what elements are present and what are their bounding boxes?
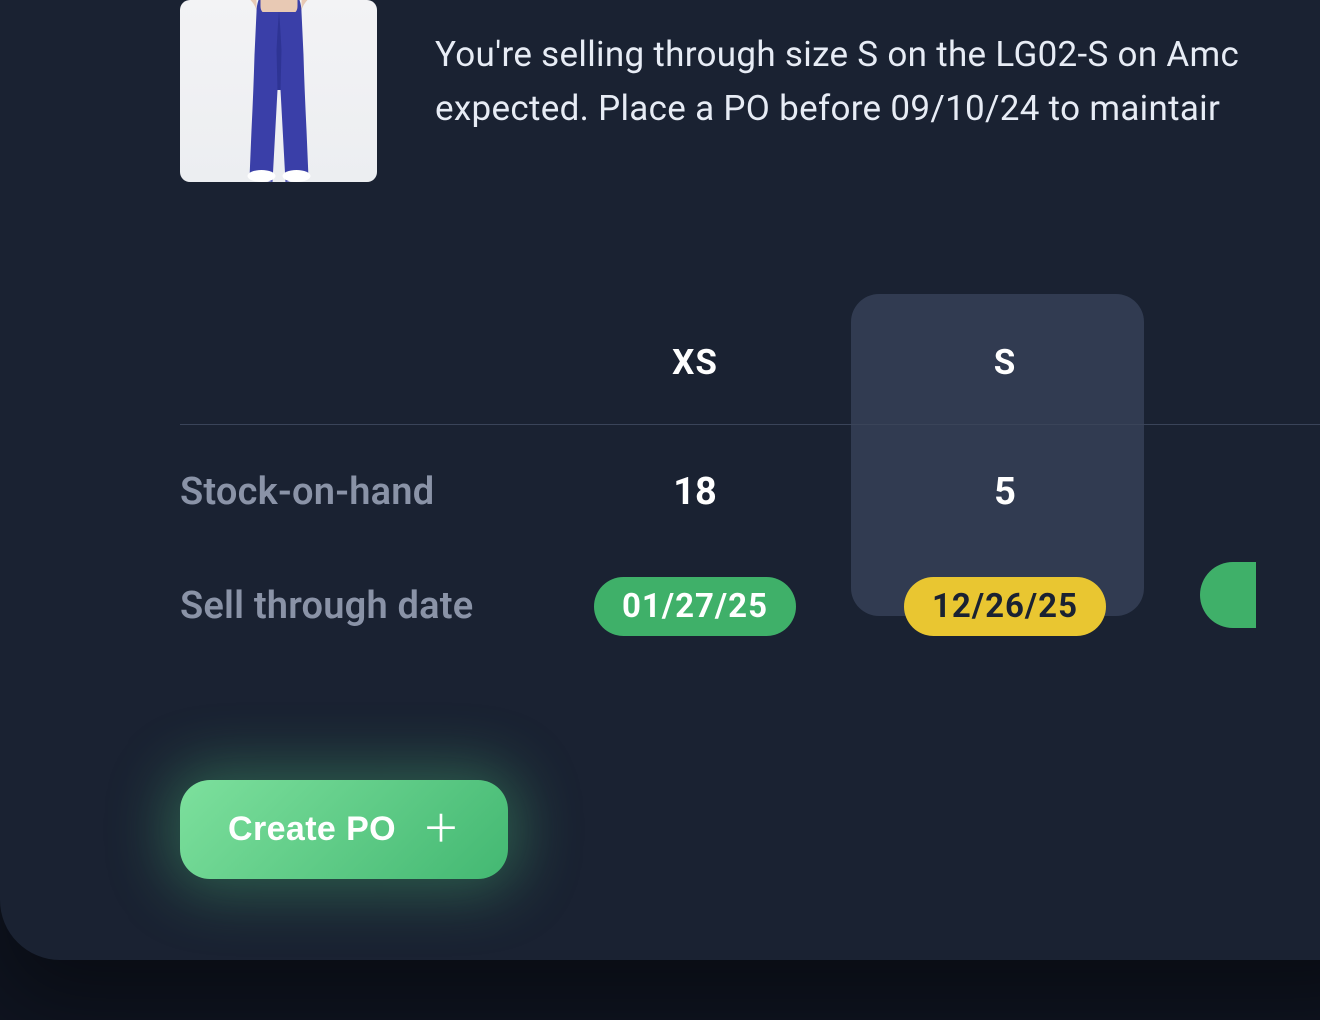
sell-through-label: Sell through date [180,584,540,628]
product-image [180,0,377,182]
create-po-button[interactable]: Create PO ＋ [180,780,508,879]
sell-through-date-pill-s: 12/26/25 [904,577,1106,636]
card-header: You're selling through size S on the LG0… [180,0,1320,182]
stock-value-xs: 18 [540,470,850,514]
create-po-label: Create PO [228,810,396,849]
sell-through-date-pill-xs: 01/27/25 [594,577,796,636]
size-table: XS S Stock-on-hand 18 5 Sell through dat… [180,332,1280,650]
table-divider [180,424,1320,425]
inventory-insight-card: You're selling through size S on the LG0… [0,0,1320,960]
sell-through-date-pill-next-partial [1200,562,1256,628]
stock-on-hand-label: Stock-on-hand [180,470,540,514]
stock-row: Stock-on-hand 18 5 [180,448,1280,536]
insight-message: You're selling through size S on the LG0… [435,0,1239,137]
insight-message-line1: You're selling through size S on the LG0… [435,34,1239,75]
table-header-row: XS S [180,332,1280,392]
sell-through-cell-s: 12/26/25 [850,577,1160,636]
plus-icon: ＋ [422,811,460,849]
size-header-xs: XS [540,342,850,383]
stock-value-s: 5 [850,470,1160,514]
sell-through-cell-xs: 01/27/25 [540,577,850,636]
insight-message-line2: expected. Place a PO before 09/10/24 to … [435,88,1220,129]
size-header-s: S [850,342,1160,383]
sell-through-row: Sell through date 01/27/25 12/26/25 [180,562,1280,650]
